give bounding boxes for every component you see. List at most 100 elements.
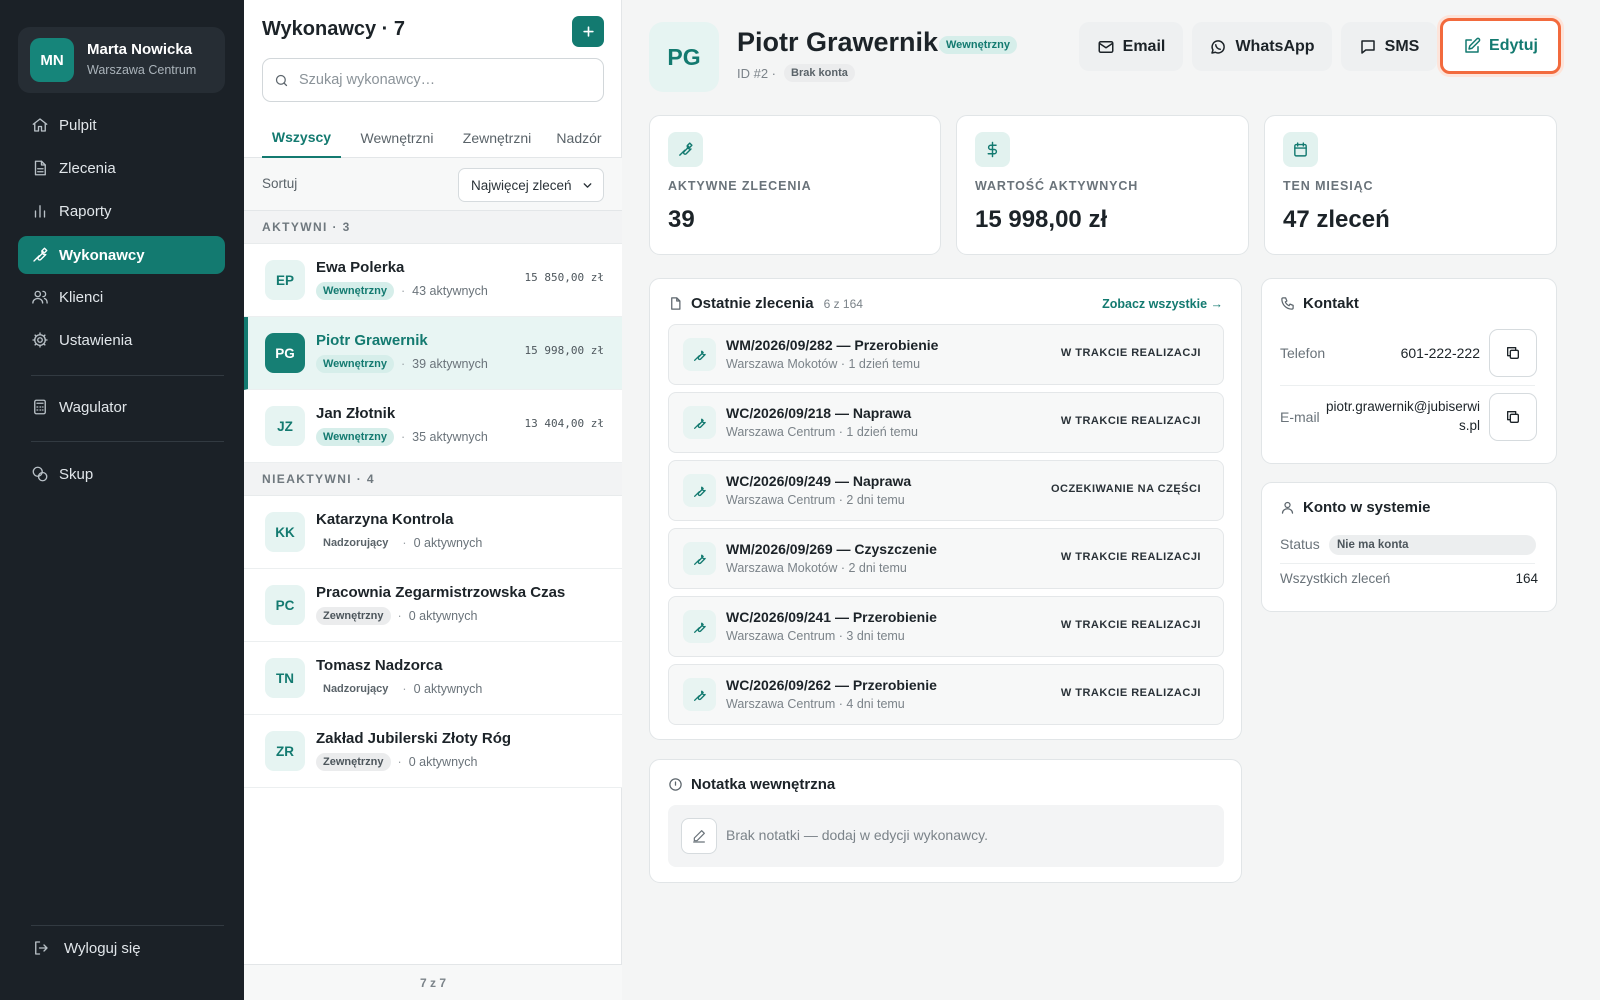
calendar-icon — [1283, 132, 1318, 167]
contractor-amount: 15 998,00 zł — [524, 344, 604, 357]
order-row[interactable]: WM/2026/09/282 — Przerobienie Warszawa M… — [668, 324, 1224, 385]
calculator-icon — [31, 398, 49, 416]
tab-zewnetrzni[interactable]: Zewnętrzni — [452, 118, 542, 158]
order-status: W TRAKCIE REALIZACJI — [1060, 551, 1201, 563]
group-header-inactive: NIEAKTYWNI · 4 — [244, 463, 622, 496]
list-title: Wykonawcy · 7 — [262, 18, 406, 40]
order-row[interactable]: WM/2026/09/269 — Czyszczenie Warszawa Mo… — [668, 528, 1224, 589]
account-status-badge: Nie ma konta — [1329, 535, 1536, 555]
order-title: WC/2026/09/262 — Przerobienie — [726, 677, 937, 693]
user-avatar: MN — [30, 38, 74, 82]
nav-item-wagulator[interactable]: Wagulator — [18, 388, 225, 426]
system-account-header: Konto w systemie — [1280, 499, 1431, 516]
nav-item-klienci[interactable]: Klienci — [18, 278, 225, 316]
nav-item-wykonawcy[interactable]: Wykonawcy — [18, 236, 225, 274]
sidebar: MN Marta Nowicka Warszawa Centrum Pulpit… — [0, 0, 244, 1000]
contractor-row[interactable]: KK Katarzyna Kontrola Nadzorujący · 0 akty… — [244, 496, 622, 569]
tab-wewnetrzni[interactable]: Wewnętrzni — [348, 118, 446, 158]
type-badge: Wewnętrzny — [316, 282, 394, 300]
wrench-icon — [683, 610, 716, 643]
nav-label: Pulpit — [59, 116, 97, 134]
order-status: OCZEKIWANIE NA CZĘŚCI — [1050, 483, 1201, 495]
bar-chart-icon — [31, 202, 49, 220]
copy-email-button[interactable] — [1489, 393, 1537, 441]
order-row[interactable]: WC/2026/09/241 — Przerobienie Warszawa C… — [668, 596, 1224, 657]
nav-label: Klienci — [59, 288, 104, 306]
account-divider — [1280, 563, 1535, 564]
mail-icon — [1097, 38, 1115, 56]
logout-button[interactable]: Wyloguj się — [18, 929, 225, 967]
nav-label: Wykonawcy — [59, 246, 145, 264]
order-row[interactable]: WC/2026/09/218 — Naprawa Warszawa Centru… — [668, 392, 1224, 453]
tab-nadzor[interactable]: Nadzór — [547, 118, 611, 158]
type-badge: Zewnętrzny — [316, 753, 391, 771]
type-badge: Nadzorujący — [323, 537, 389, 549]
stat-label: WARTOŚĆ AKTYWNYCH — [975, 179, 1139, 193]
stat-value: 39 — [668, 206, 695, 233]
order-row[interactable]: WC/2026/09/249 — Naprawa Warszawa Centru… — [668, 460, 1224, 521]
order-row[interactable]: WC/2026/09/262 — Przerobienie Warszawa C… — [668, 664, 1224, 725]
contractor-amount: 15 850,00 zł — [524, 271, 604, 284]
wrench-icon — [683, 678, 716, 711]
whatsapp-icon — [1209, 38, 1227, 56]
contractor-row[interactable]: TN Tomasz Nadzorca Nadzorujący · 0 aktywny… — [244, 642, 622, 715]
nav-label: Raporty — [59, 202, 112, 220]
nav-item-raporty[interactable]: Raporty — [18, 192, 225, 230]
edit-button[interactable]: Edytuj — [1440, 18, 1561, 74]
email-button[interactable]: Email — [1079, 22, 1183, 71]
contractors-list-panel: Wykonawcy · 7 Wszyscy Wewnętrzni Zewnętr… — [244, 0, 622, 1000]
whatsapp-button-label: WhatsApp — [1235, 37, 1315, 55]
contractor-row[interactable]: EP Ewa Polerka Wewnętrzny · 43 aktywnych 1… — [244, 244, 622, 317]
whatsapp-button[interactable]: WhatsApp — [1192, 22, 1332, 71]
internal-note-box[interactable]: Brak notatki — dodaj w edycji wykonawcy. — [668, 805, 1224, 867]
nav-item-pulpit[interactable]: Pulpit — [18, 106, 225, 144]
order-title: WC/2026/09/218 — Naprawa — [726, 405, 912, 421]
contact-title: Kontakt — [1303, 295, 1359, 312]
contractor-row[interactable]: PC Pracownia Zegarmistrzowska Czas Zewnę… — [244, 569, 622, 642]
recent-orders-count: 6 z 164 — [823, 296, 863, 311]
tab-wszyscy[interactable]: Wszyscy — [262, 118, 341, 158]
contractor-row[interactable]: JZ Jan Złotnik Wewnętrzny · 35 aktywnych 1… — [244, 390, 622, 463]
nav-label: Ustawienia — [59, 331, 133, 349]
detail-avatar: PG — [649, 22, 719, 92]
order-subtitle: Warszawa Centrum · 1 dzień temu — [726, 425, 918, 439]
nav-item-ustawienia[interactable]: Ustawienia — [18, 321, 225, 359]
see-all-link[interactable]: Zobacz wszystkie → — [1102, 297, 1223, 311]
active-count: 0 aktywnych — [413, 536, 483, 550]
detail-name: Piotr Grawernik — [737, 27, 939, 57]
nav-item-skup[interactable]: Skup — [18, 455, 225, 493]
copy-phone-button[interactable] — [1489, 329, 1537, 377]
user-icon — [1280, 500, 1295, 515]
contact-card: Kontakt Telefon 601-222-222 E-mail piotr… — [1261, 278, 1557, 464]
email-value-line: s.pl — [1458, 418, 1480, 433]
sort-label: Sortuj — [262, 176, 298, 191]
add-contractor-button[interactable] — [572, 16, 604, 47]
avatar: PG — [265, 333, 305, 373]
sms-button[interactable]: SMS — [1341, 22, 1437, 71]
info-circle-icon — [668, 777, 683, 792]
stat-label: AKTYWNE ZLECENIA — [668, 179, 812, 193]
dollar-icon — [975, 132, 1010, 167]
user-card[interactable]: MN Marta Nowicka Warszawa Centrum — [18, 27, 225, 93]
contractor-name: Zakład Jubilerski Złoty Róg — [316, 730, 512, 747]
contractor-row-selected[interactable]: PG Piotr Grawernik Wewnętrzny · 39 aktywny… — [244, 317, 622, 390]
order-subtitle: Warszawa Centrum · 2 dni temu — [726, 493, 905, 507]
stat-card-active-orders: AKTYWNE ZLECENIA 39 — [649, 115, 941, 255]
filter-tabs: Wszyscy Wewnętrzni Zewnętrzni Nadzór — [244, 118, 622, 158]
wrench-icon — [683, 338, 716, 371]
avatar: JZ — [265, 406, 305, 446]
user-location: Warszawa Centrum — [87, 63, 197, 77]
nav-item-zlecenia[interactable]: Zlecenia — [18, 149, 225, 187]
internal-note-header: Notatka wewnętrzna — [668, 776, 835, 793]
contractor-name: Piotr Grawernik — [316, 332, 428, 349]
contractor-row[interactable]: ZR Zakład Jubilerski Złoty Róg Zewnętrzn… — [244, 715, 622, 788]
active-count: 0 aktywnych — [408, 755, 478, 769]
phone-value: 601-222-222 — [1400, 345, 1480, 361]
type-badge: Zewnętrzny — [316, 607, 391, 625]
order-title: WC/2026/09/249 — Naprawa — [726, 473, 912, 489]
search-icon — [274, 73, 289, 88]
total-orders-label: Wszystkich zleceń — [1280, 571, 1391, 586]
sort-select[interactable]: Najwięcej zleceń — [458, 168, 604, 202]
edit-button-label: Edytuj — [1489, 37, 1538, 54]
search-input[interactable] — [299, 59, 595, 100]
